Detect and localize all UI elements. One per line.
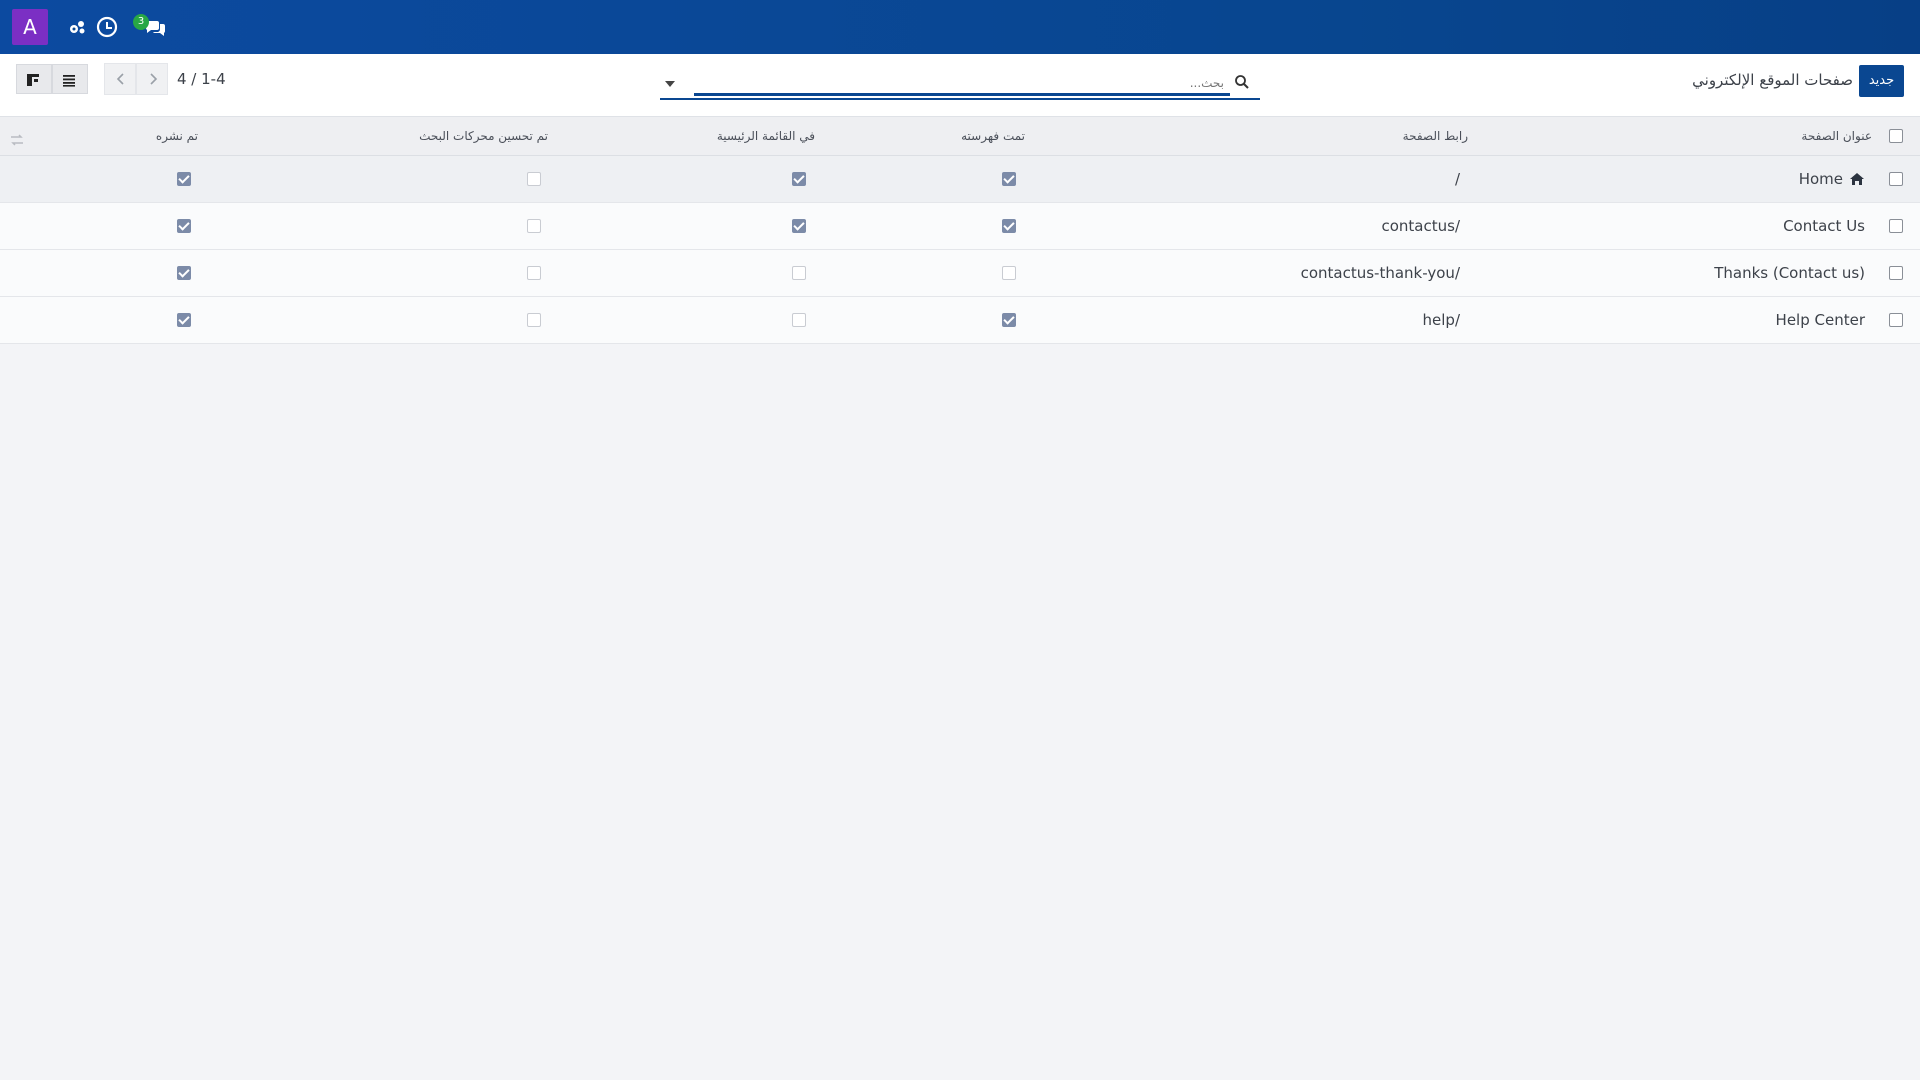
top-navbar: A 3 bbox=[0, 0, 1920, 54]
kanban-icon bbox=[27, 74, 39, 86]
column-settings-icon[interactable] bbox=[10, 131, 24, 146]
in-menu-checkbox[interactable] bbox=[792, 266, 806, 280]
seo-optimized-checkbox[interactable] bbox=[527, 313, 541, 327]
indexed-checkbox[interactable] bbox=[1002, 172, 1016, 186]
seo-optimized-checkbox[interactable] bbox=[527, 219, 541, 233]
page-title-cell: Help Center bbox=[1775, 311, 1865, 329]
published-checkbox[interactable] bbox=[177, 172, 191, 186]
published-checkbox[interactable] bbox=[177, 313, 191, 327]
search-icon[interactable] bbox=[1234, 74, 1250, 90]
page-url-cell: / bbox=[1454, 170, 1460, 188]
in-menu-checkbox[interactable] bbox=[792, 172, 806, 186]
row-select-checkbox[interactable] bbox=[1889, 172, 1903, 186]
table-row[interactable]: Help Center/help bbox=[0, 297, 1920, 344]
new-button[interactable]: جديد bbox=[1859, 65, 1904, 97]
pager-previous-button[interactable] bbox=[104, 63, 136, 95]
published-checkbox[interactable] bbox=[177, 266, 191, 280]
chevron-left-icon bbox=[116, 73, 124, 85]
search-focus-underline bbox=[694, 93, 1230, 96]
row-select-checkbox[interactable] bbox=[1889, 266, 1903, 280]
home-icon bbox=[1850, 173, 1864, 185]
page-url-cell: /help bbox=[1422, 311, 1461, 329]
pager-next-button[interactable] bbox=[136, 63, 168, 95]
page-url-cell: /contactus-thank-you bbox=[1300, 264, 1460, 282]
pages-list: عنوان الصفحة رابط الصفحة تمت فهرسته في ا… bbox=[0, 117, 1920, 344]
header-indexed[interactable]: تمت فهرسته bbox=[961, 117, 1025, 155]
table-row[interactable]: Home / bbox=[0, 156, 1920, 203]
indexed-checkbox[interactable] bbox=[1002, 219, 1016, 233]
indexed-checkbox[interactable] bbox=[1002, 266, 1016, 280]
search-bar bbox=[660, 68, 1260, 100]
select-all-checkbox[interactable] bbox=[1889, 129, 1903, 143]
control-panel: جديد صفحات الموقع الإلكتروني 4 / 1-4 bbox=[0, 54, 1920, 117]
table-row[interactable]: Thanks (Contact us) /contactus-thank-you bbox=[0, 250, 1920, 297]
page-url-cell: /contactus bbox=[1381, 217, 1460, 235]
in-menu-checkbox[interactable] bbox=[792, 219, 806, 233]
kanban-view-button[interactable] bbox=[16, 64, 52, 94]
breadcrumb: صفحات الموقع الإلكتروني bbox=[1692, 71, 1853, 89]
indexed-checkbox[interactable] bbox=[1002, 313, 1016, 327]
list-icon bbox=[63, 75, 75, 87]
message-count-badge: 3 bbox=[133, 14, 149, 30]
table-header-row: عنوان الصفحة رابط الصفحة تمت فهرسته في ا… bbox=[0, 117, 1920, 156]
apps-icon[interactable] bbox=[66, 16, 88, 38]
seo-optimized-checkbox[interactable] bbox=[527, 172, 541, 186]
header-published[interactable]: تم نشره bbox=[156, 117, 198, 155]
page-title-cell: Home bbox=[1798, 170, 1843, 188]
header-title[interactable]: عنوان الصفحة bbox=[1801, 117, 1872, 155]
header-url[interactable]: رابط الصفحة bbox=[1403, 117, 1468, 155]
header-seo[interactable]: تم تحسين محركات البحث bbox=[419, 117, 548, 155]
search-input[interactable] bbox=[696, 72, 1226, 94]
row-select-checkbox[interactable] bbox=[1889, 219, 1903, 233]
pager-value[interactable]: 4 / 1-4 bbox=[177, 70, 226, 88]
seo-optimized-checkbox[interactable] bbox=[527, 266, 541, 280]
search-options-dropdown-icon[interactable] bbox=[662, 76, 678, 92]
page-title-cell: Contact Us bbox=[1783, 217, 1865, 235]
chevron-right-icon bbox=[150, 73, 158, 85]
table-row[interactable]: Contact Us/contactus bbox=[0, 203, 1920, 250]
header-in-menu[interactable]: في القائمة الرئيسية bbox=[717, 117, 815, 155]
list-view-button[interactable] bbox=[52, 64, 88, 94]
user-avatar[interactable]: A bbox=[12, 9, 48, 45]
published-checkbox[interactable] bbox=[177, 219, 191, 233]
page-title-cell: Thanks (Contact us) bbox=[1714, 264, 1865, 282]
in-menu-checkbox[interactable] bbox=[792, 313, 806, 327]
clock-icon[interactable] bbox=[96, 16, 118, 38]
row-select-checkbox[interactable] bbox=[1889, 313, 1903, 327]
